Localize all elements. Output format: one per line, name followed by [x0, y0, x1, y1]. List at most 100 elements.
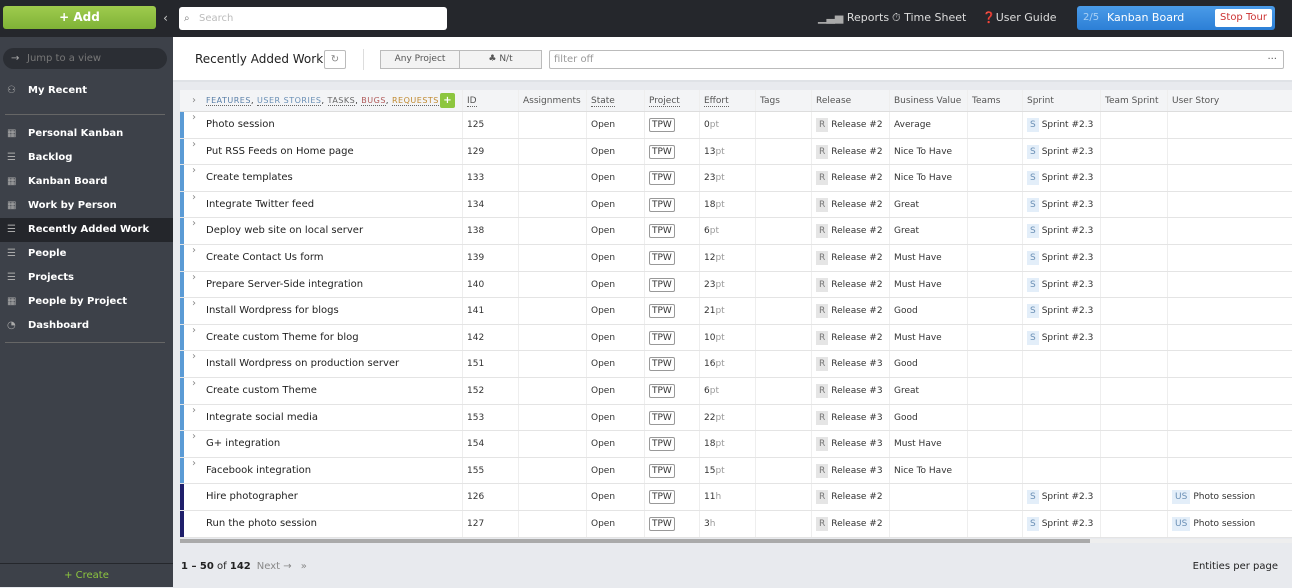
table-row[interactable]: Run the photo session 127 Open TPW 3h R Releas… — [180, 510, 1292, 538]
cell[interactable] — [1100, 244, 1167, 271]
cell[interactable] — [518, 244, 586, 271]
cell[interactable] — [1022, 351, 1100, 377]
cell[interactable] — [967, 510, 1022, 537]
project-badge[interactable]: TPW — [649, 463, 675, 478]
cell[interactable]: TPW — [644, 457, 699, 484]
cell[interactable]: 3h — [699, 510, 755, 537]
cell[interactable]: Open — [586, 165, 644, 191]
entity-name[interactable]: Create templates — [206, 165, 293, 191]
cell[interactable]: 151 — [462, 351, 518, 377]
cell[interactable] — [518, 377, 586, 404]
create-button[interactable]: + Create — [0, 563, 173, 587]
sidebar-item[interactable]: ☰ Projects — [0, 266, 173, 290]
release-value[interactable]: Release #3 — [831, 386, 882, 396]
table-row[interactable]: › Photo session 125 Open TPW 0pt R Release #2 Av… — [180, 112, 1292, 139]
cell[interactable] — [1167, 112, 1292, 138]
release-value[interactable]: Release #2 — [831, 173, 882, 183]
project-badge[interactable]: TPW — [649, 410, 675, 425]
table-row[interactable]: › Create templates 133 Open TPW 23pt R Release … — [180, 165, 1292, 192]
column-header[interactable]: User Story — [1167, 90, 1292, 111]
cell[interactable] — [1167, 324, 1292, 351]
table-row[interactable]: › Create Contact Us form 139 Open TPW 12pt R Re… — [180, 244, 1292, 272]
entity-name[interactable]: Put RSS Feeds on Home page — [206, 139, 354, 165]
cell[interactable] — [1100, 510, 1167, 537]
cell[interactable]: TPW — [644, 271, 699, 298]
cell[interactable]: 18pt — [699, 431, 755, 457]
table-row[interactable]: › Create custom Theme for blog 142 Open TPW 1… — [180, 324, 1292, 352]
expand-icon[interactable]: › — [192, 139, 196, 150]
cell[interactable] — [1167, 191, 1292, 218]
entity-type-filter[interactable]: REQUESTS — [392, 96, 439, 106]
sidebar-item[interactable]: ▦ Personal Kanban — [0, 122, 173, 146]
release-value[interactable]: Release #2 — [831, 306, 882, 316]
project-badge[interactable]: TPW — [649, 516, 675, 531]
team-filter-button[interactable]: ♣ N/t — [459, 50, 542, 69]
cell[interactable] — [1167, 138, 1292, 165]
cell[interactable] — [967, 431, 1022, 457]
cell[interactable] — [1022, 457, 1100, 484]
cell[interactable]: TPW — [644, 165, 699, 191]
entity-name[interactable]: Deploy web site on local server — [206, 218, 363, 244]
cell[interactable] — [518, 457, 586, 484]
sidebar-item[interactable]: ◔ Dashboard — [0, 314, 173, 338]
project-badge[interactable]: TPW — [649, 144, 675, 159]
cell[interactable]: S Sprint #2.3 — [1022, 484, 1100, 510]
project-badge[interactable]: TPW — [649, 357, 675, 372]
release-value[interactable]: Release #2 — [831, 253, 882, 263]
entity-name[interactable]: Integrate social media — [206, 405, 318, 431]
cell[interactable] — [1100, 457, 1167, 484]
sidebar-item[interactable]: ☰ Recently Added Work — [0, 218, 173, 242]
cell[interactable]: Open — [586, 484, 644, 510]
cell[interactable] — [1100, 351, 1167, 377]
cell[interactable]: Must Have — [889, 324, 967, 351]
cell[interactable] — [755, 165, 811, 191]
release-value[interactable]: Release #2 — [831, 280, 882, 290]
cell[interactable]: S Sprint #2.3 — [1022, 112, 1100, 138]
entity-type-filter[interactable]: FEATURES — [206, 96, 251, 106]
cell[interactable]: Good — [889, 404, 967, 431]
table-row[interactable]: › Install Wordpress for blogs 141 Open TPW 21… — [180, 298, 1292, 325]
release-value[interactable]: Release #3 — [831, 466, 882, 476]
cell[interactable] — [518, 484, 586, 510]
cell[interactable]: TPW — [644, 324, 699, 351]
cell[interactable] — [1022, 377, 1100, 404]
cell[interactable] — [755, 377, 811, 404]
project-badge[interactable]: TPW — [649, 277, 675, 292]
cell[interactable]: Open — [586, 244, 644, 271]
table-row[interactable]: › Create custom Theme 152 Open TPW 6pt R Releas… — [180, 377, 1292, 405]
cell[interactable] — [1100, 271, 1167, 298]
release-value[interactable]: Release #2 — [831, 200, 882, 210]
cell[interactable]: R Release #3 — [811, 431, 889, 457]
cell[interactable]: R Release #2 — [811, 138, 889, 165]
release-value[interactable]: Release #2 — [831, 226, 882, 236]
cell[interactable]: R Release #2 — [811, 271, 889, 298]
search-input[interactable]: ⌕ Search — [179, 7, 447, 30]
cell[interactable]: 129 — [462, 138, 518, 165]
expand-icon[interactable]: › — [192, 112, 196, 123]
cell[interactable]: US Photo session — [1167, 484, 1292, 510]
sprint-value[interactable]: Sprint #2.3 — [1042, 253, 1094, 263]
cell[interactable] — [967, 351, 1022, 377]
cell[interactable]: 21pt — [699, 298, 755, 324]
cell[interactable]: 16pt — [699, 351, 755, 377]
entity-name[interactable]: Hire photographer — [206, 484, 298, 510]
cell[interactable]: 12pt — [699, 244, 755, 271]
collapse-sidebar-icon[interactable]: ‹ — [159, 8, 172, 28]
release-value[interactable]: Release #2 — [831, 519, 882, 529]
next-page-button[interactable]: Next → — [257, 561, 292, 572]
cell[interactable] — [518, 191, 586, 218]
cell[interactable]: 154 — [462, 431, 518, 457]
cell[interactable] — [755, 138, 811, 165]
cell[interactable] — [518, 431, 586, 457]
cell[interactable]: Open — [586, 404, 644, 431]
cell[interactable]: Must Have — [889, 244, 967, 271]
cell[interactable]: 126 — [462, 484, 518, 510]
cell[interactable]: 141 — [462, 298, 518, 324]
expand-icon[interactable]: › — [192, 405, 196, 416]
cell[interactable] — [755, 191, 811, 218]
entity-type-filter[interactable]: TASKS — [327, 96, 356, 106]
cell[interactable]: 22pt — [699, 404, 755, 431]
entity-name[interactable]: Facebook integration — [206, 458, 311, 484]
cell[interactable]: Must Have — [889, 271, 967, 298]
project-badge[interactable]: TPW — [649, 171, 675, 186]
